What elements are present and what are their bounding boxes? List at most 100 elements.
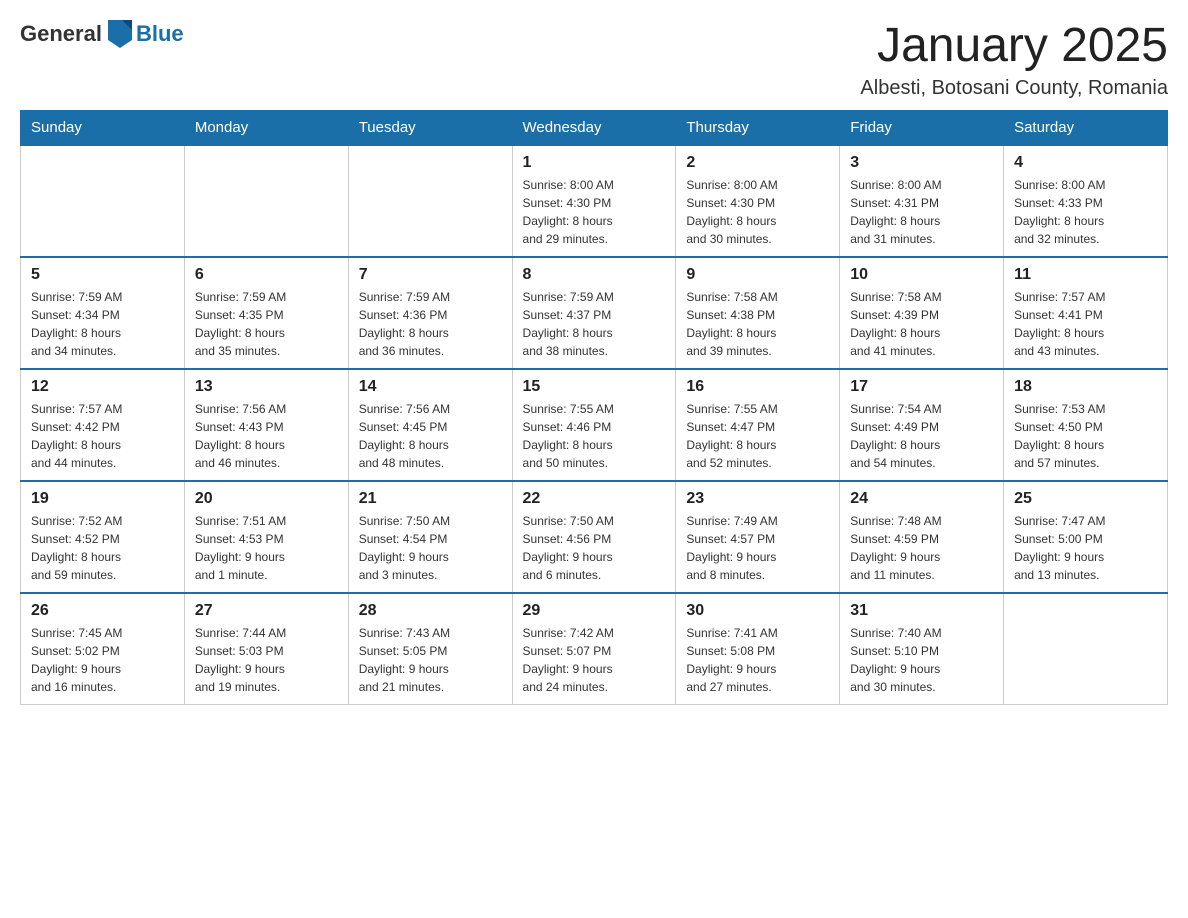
- page-header: General Blue January 2025 Albesti, Botos…: [20, 20, 1168, 100]
- logo-blue: Blue: [136, 21, 184, 47]
- calendar-cell: 27 Sunrise: 7:44 AM Sunset: 5:03 PM Dayli…: [184, 593, 348, 705]
- day-info: Sunrise: 7:51 AM Sunset: 4:53 PM Dayligh…: [195, 512, 338, 584]
- calendar-cell: 25Sunrise: 7:47 AM Sunset: 5:00 PM Dayli…: [1004, 481, 1168, 593]
- calendar-cell: 28 Sunrise: 7:43 AM Sunset: 5:05 PM Dayli…: [348, 593, 512, 705]
- day-number: 26: [31, 602, 174, 620]
- day-info: Sunrise: 7:52 AM Sunset: 4:52 PM Dayligh…: [31, 512, 174, 584]
- day-info: Sunrise: 7:50 AM Sunset: 4:54 PM Dayligh…: [359, 512, 502, 584]
- day-info: Sunrise: 7:40 AM Sunset: 5:10 PM Dayligh…: [850, 624, 993, 696]
- day-number: 1: [523, 154, 666, 172]
- day-info: Sunrise: 8:00 AM Sunset: 4:33 PM Dayligh…: [1014, 176, 1157, 248]
- calendar-cell: 16 Sunrise: 7:55 AM Sunset: 4:47 PM Dayli…: [676, 369, 840, 481]
- day-info: Sunrise: 8:00 AM Sunset: 4:31 PM Dayligh…: [850, 176, 993, 248]
- calendar-header-sunday: Sunday: [21, 110, 185, 145]
- calendar-cell: 1 Sunrise: 8:00 AM Sunset: 4:30 PM Daylig…: [512, 145, 676, 257]
- day-info: Sunrise: 7:59 AM Sunset: 4:34 PM Dayligh…: [31, 288, 174, 360]
- calendar-cell: 24Sunrise: 7:48 AM Sunset: 4:59 PM Dayli…: [840, 481, 1004, 593]
- day-info: Sunrise: 7:55 AM Sunset: 4:47 PM Dayligh…: [686, 400, 829, 472]
- day-info: Sunrise: 7:44 AM Sunset: 5:03 PM Dayligh…: [195, 624, 338, 696]
- day-number: 29: [523, 602, 666, 620]
- day-number: 16: [686, 378, 829, 396]
- logo: General Blue: [20, 20, 184, 48]
- day-info: Sunrise: 7:54 AM Sunset: 4:49 PM Dayligh…: [850, 400, 993, 472]
- day-number: 25: [1014, 490, 1157, 508]
- calendar-header-wednesday: Wednesday: [512, 110, 676, 145]
- day-number: 12: [31, 378, 174, 396]
- day-info: Sunrise: 7:43 AM Sunset: 5:05 PM Dayligh…: [359, 624, 502, 696]
- day-number: 7: [359, 266, 502, 284]
- calendar-header-monday: Monday: [184, 110, 348, 145]
- day-info: Sunrise: 7:53 AM Sunset: 4:50 PM Dayligh…: [1014, 400, 1157, 472]
- day-number: 2: [686, 154, 829, 172]
- calendar-cell: 12Sunrise: 7:57 AM Sunset: 4:42 PM Dayli…: [21, 369, 185, 481]
- week-row-2: 5 Sunrise: 7:59 AM Sunset: 4:34 PM Daylig…: [21, 257, 1168, 369]
- day-info: Sunrise: 7:49 AM Sunset: 4:57 PM Dayligh…: [686, 512, 829, 584]
- day-number: 28: [359, 602, 502, 620]
- day-info: Sunrise: 7:56 AM Sunset: 4:43 PM Dayligh…: [195, 400, 338, 472]
- day-info: Sunrise: 7:58 AM Sunset: 4:38 PM Dayligh…: [686, 288, 829, 360]
- day-number: 23: [686, 490, 829, 508]
- day-number: 10: [850, 266, 993, 284]
- calendar-cell: 3 Sunrise: 8:00 AM Sunset: 4:31 PM Daylig…: [840, 145, 1004, 257]
- calendar-header-row: SundayMondayTuesdayWednesdayThursdayFrid…: [21, 110, 1168, 145]
- day-info: Sunrise: 7:50 AM Sunset: 4:56 PM Dayligh…: [523, 512, 666, 584]
- day-info: Sunrise: 7:55 AM Sunset: 4:46 PM Dayligh…: [523, 400, 666, 472]
- calendar-header-friday: Friday: [840, 110, 1004, 145]
- calendar-cell: 9 Sunrise: 7:58 AM Sunset: 4:38 PM Daylig…: [676, 257, 840, 369]
- day-info: Sunrise: 7:58 AM Sunset: 4:39 PM Dayligh…: [850, 288, 993, 360]
- day-info: Sunrise: 7:48 AM Sunset: 4:59 PM Dayligh…: [850, 512, 993, 584]
- day-number: 13: [195, 378, 338, 396]
- calendar-cell: [21, 145, 185, 257]
- day-number: 4: [1014, 154, 1157, 172]
- calendar-cell: 5 Sunrise: 7:59 AM Sunset: 4:34 PM Daylig…: [21, 257, 185, 369]
- calendar-cell: [184, 145, 348, 257]
- day-info: Sunrise: 8:00 AM Sunset: 4:30 PM Dayligh…: [523, 176, 666, 248]
- calendar-cell: [1004, 593, 1168, 705]
- logo-icon: [108, 20, 132, 48]
- day-number: 30: [686, 602, 829, 620]
- calendar-cell: 14Sunrise: 7:56 AM Sunset: 4:45 PM Dayli…: [348, 369, 512, 481]
- calendar-cell: 17 Sunrise: 7:54 AM Sunset: 4:49 PM Dayli…: [840, 369, 1004, 481]
- calendar-header-saturday: Saturday: [1004, 110, 1168, 145]
- week-row-5: 26 Sunrise: 7:45 AM Sunset: 5:02 PM Dayli…: [21, 593, 1168, 705]
- day-info: Sunrise: 7:57 AM Sunset: 4:41 PM Dayligh…: [1014, 288, 1157, 360]
- day-number: 27: [195, 602, 338, 620]
- day-info: Sunrise: 7:42 AM Sunset: 5:07 PM Dayligh…: [523, 624, 666, 696]
- day-number: 6: [195, 266, 338, 284]
- calendar-cell: 11Sunrise: 7:57 AM Sunset: 4:41 PM Dayli…: [1004, 257, 1168, 369]
- day-number: 14: [359, 378, 502, 396]
- calendar-cell: 19Sunrise: 7:52 AM Sunset: 4:52 PM Dayli…: [21, 481, 185, 593]
- day-info: Sunrise: 7:41 AM Sunset: 5:08 PM Dayligh…: [686, 624, 829, 696]
- main-title: January 2025: [860, 20, 1168, 73]
- calendar-cell: 31 Sunrise: 7:40 AM Sunset: 5:10 PM Dayli…: [840, 593, 1004, 705]
- day-number: 8: [523, 266, 666, 284]
- calendar-cell: 23 Sunrise: 7:49 AM Sunset: 4:57 PM Dayli…: [676, 481, 840, 593]
- calendar-cell: 15 Sunrise: 7:55 AM Sunset: 4:46 PM Dayli…: [512, 369, 676, 481]
- calendar-cell: 20Sunrise: 7:51 AM Sunset: 4:53 PM Dayli…: [184, 481, 348, 593]
- calendar-cell: 30 Sunrise: 7:41 AM Sunset: 5:08 PM Dayli…: [676, 593, 840, 705]
- calendar-cell: 2 Sunrise: 8:00 AM Sunset: 4:30 PM Daylig…: [676, 145, 840, 257]
- title-block: January 2025 Albesti, Botosani County, R…: [860, 20, 1168, 100]
- calendar-cell: 29 Sunrise: 7:42 AM Sunset: 5:07 PM Dayli…: [512, 593, 676, 705]
- calendar-cell: 13 Sunrise: 7:56 AM Sunset: 4:43 PM Dayli…: [184, 369, 348, 481]
- calendar-cell: 6 Sunrise: 7:59 AM Sunset: 4:35 PM Daylig…: [184, 257, 348, 369]
- day-number: 5: [31, 266, 174, 284]
- day-info: Sunrise: 7:45 AM Sunset: 5:02 PM Dayligh…: [31, 624, 174, 696]
- day-number: 9: [686, 266, 829, 284]
- week-row-4: 19Sunrise: 7:52 AM Sunset: 4:52 PM Dayli…: [21, 481, 1168, 593]
- calendar-cell: 18Sunrise: 7:53 AM Sunset: 4:50 PM Dayli…: [1004, 369, 1168, 481]
- day-number: 15: [523, 378, 666, 396]
- calendar-header-tuesday: Tuesday: [348, 110, 512, 145]
- day-info: Sunrise: 8:00 AM Sunset: 4:30 PM Dayligh…: [686, 176, 829, 248]
- day-number: 3: [850, 154, 993, 172]
- day-number: 31: [850, 602, 993, 620]
- calendar-cell: 8Sunrise: 7:59 AM Sunset: 4:37 PM Daylig…: [512, 257, 676, 369]
- calendar-cell: 4 Sunrise: 8:00 AM Sunset: 4:33 PM Daylig…: [1004, 145, 1168, 257]
- subtitle: Albesti, Botosani County, Romania: [860, 77, 1168, 100]
- day-number: 21: [359, 490, 502, 508]
- calendar-cell: 7Sunrise: 7:59 AM Sunset: 4:36 PM Daylig…: [348, 257, 512, 369]
- day-info: Sunrise: 7:59 AM Sunset: 4:35 PM Dayligh…: [195, 288, 338, 360]
- day-number: 17: [850, 378, 993, 396]
- week-row-3: 12Sunrise: 7:57 AM Sunset: 4:42 PM Dayli…: [21, 369, 1168, 481]
- calendar-header-thursday: Thursday: [676, 110, 840, 145]
